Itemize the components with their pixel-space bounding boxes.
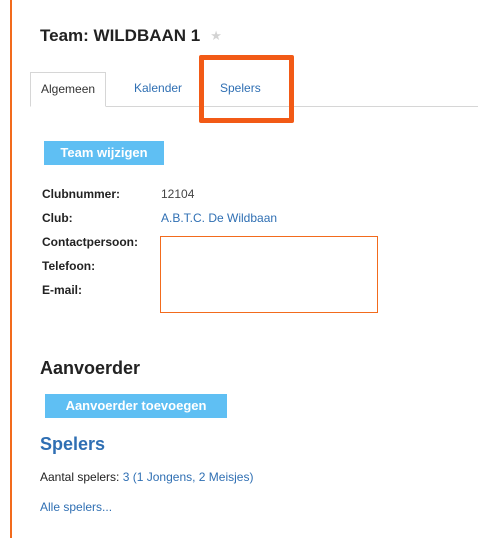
- captain-heading: Aanvoerder: [40, 358, 141, 378]
- page-title: Team: WILDBAAN 1: [40, 26, 201, 45]
- add-captain-button[interactable]: Aanvoerder toevoegen: [45, 394, 227, 418]
- player-count-label: Aantal spelers:: [40, 470, 120, 484]
- edit-team-button[interactable]: Team wijzigen: [44, 141, 164, 165]
- clubnummer-label: Clubnummer:: [42, 187, 120, 201]
- tab-algemeen[interactable]: Algemeen: [30, 72, 107, 107]
- star-icon[interactable]: ★: [210, 30, 222, 43]
- email-label: E-mail:: [42, 283, 83, 297]
- player-count-link[interactable]: 3 (1 Jongens, 2 Meisjes): [123, 470, 254, 484]
- contact-label: Contactpersoon:: [42, 235, 138, 249]
- all-players-link[interactable]: Alle spelers...: [40, 500, 112, 514]
- players-heading[interactable]: Spelers: [40, 434, 105, 455]
- team-title-row: Team: WILDBAAN 1 ★: [40, 24, 222, 48]
- club-label: Club:: [42, 211, 73, 225]
- frame-gap: [400, 0, 440, 2]
- club-link[interactable]: A.B.T.C. De Wildbaan: [161, 211, 277, 225]
- tab-kalender[interactable]: Kalender: [124, 72, 192, 106]
- redacted-contact-box: [160, 236, 378, 313]
- clubnummer-value: 12104: [161, 187, 195, 201]
- highlight-annotation: [199, 55, 294, 123]
- player-count: Aantal spelers: 3 (1 Jongens, 2 Meisjes): [40, 470, 253, 484]
- telefoon-label: Telefoon:: [42, 259, 96, 273]
